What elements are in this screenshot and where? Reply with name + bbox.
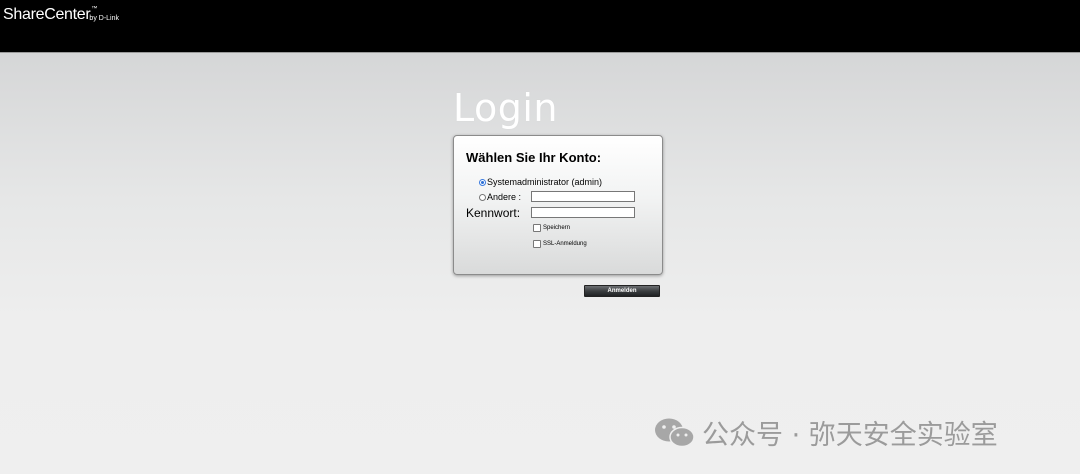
save-option-row: Speichern — [533, 224, 570, 232]
watermark: 公众号 · 弥天安全实验室 — [654, 413, 998, 452]
sharecenter-logo: ShareCenter™ by D-Link — [3, 6, 127, 24]
account-heading: Wählen Sie Ihr Konto: — [466, 150, 602, 165]
save-checkbox-label[interactable]: Speichern — [543, 225, 570, 231]
admin-option-row: Systemadministrator (admin) — [479, 177, 602, 187]
login-title: Login — [453, 86, 559, 130]
other-option-row: Andere : — [479, 192, 521, 202]
password-label: Kennwort: — [466, 206, 521, 220]
admin-radio[interactable] — [479, 178, 486, 186]
ssl-option-row: SSL-Anmeldung — [533, 240, 587, 248]
watermark-text: 公众号 · 弥天安全实验室 — [702, 420, 998, 451]
ssl-checkbox-label[interactable]: SSL-Anmeldung — [543, 241, 587, 247]
login-panel: Wählen Sie Ihr Konto: Systemadministrato… — [453, 135, 663, 275]
wechat-icon — [655, 418, 695, 447]
login-button[interactable]: Anmelden — [584, 285, 660, 297]
other-radio-label[interactable]: Andere : — [487, 192, 521, 202]
top-bar: ShareCenter™ by D-Link — [0, 0, 1080, 53]
other-username-input[interactable] — [531, 191, 635, 202]
admin-radio-label[interactable]: Systemadministrator (admin) — [487, 177, 602, 187]
save-checkbox[interactable] — [533, 224, 541, 232]
password-input[interactable] — [531, 207, 635, 218]
other-radio[interactable] — [479, 193, 486, 201]
brand-sub: by D-Link — [89, 15, 119, 22]
ssl-checkbox[interactable] — [533, 240, 541, 248]
brand-name: ShareCenter — [3, 6, 91, 23]
brand-trademark: ™ — [91, 6, 98, 12]
